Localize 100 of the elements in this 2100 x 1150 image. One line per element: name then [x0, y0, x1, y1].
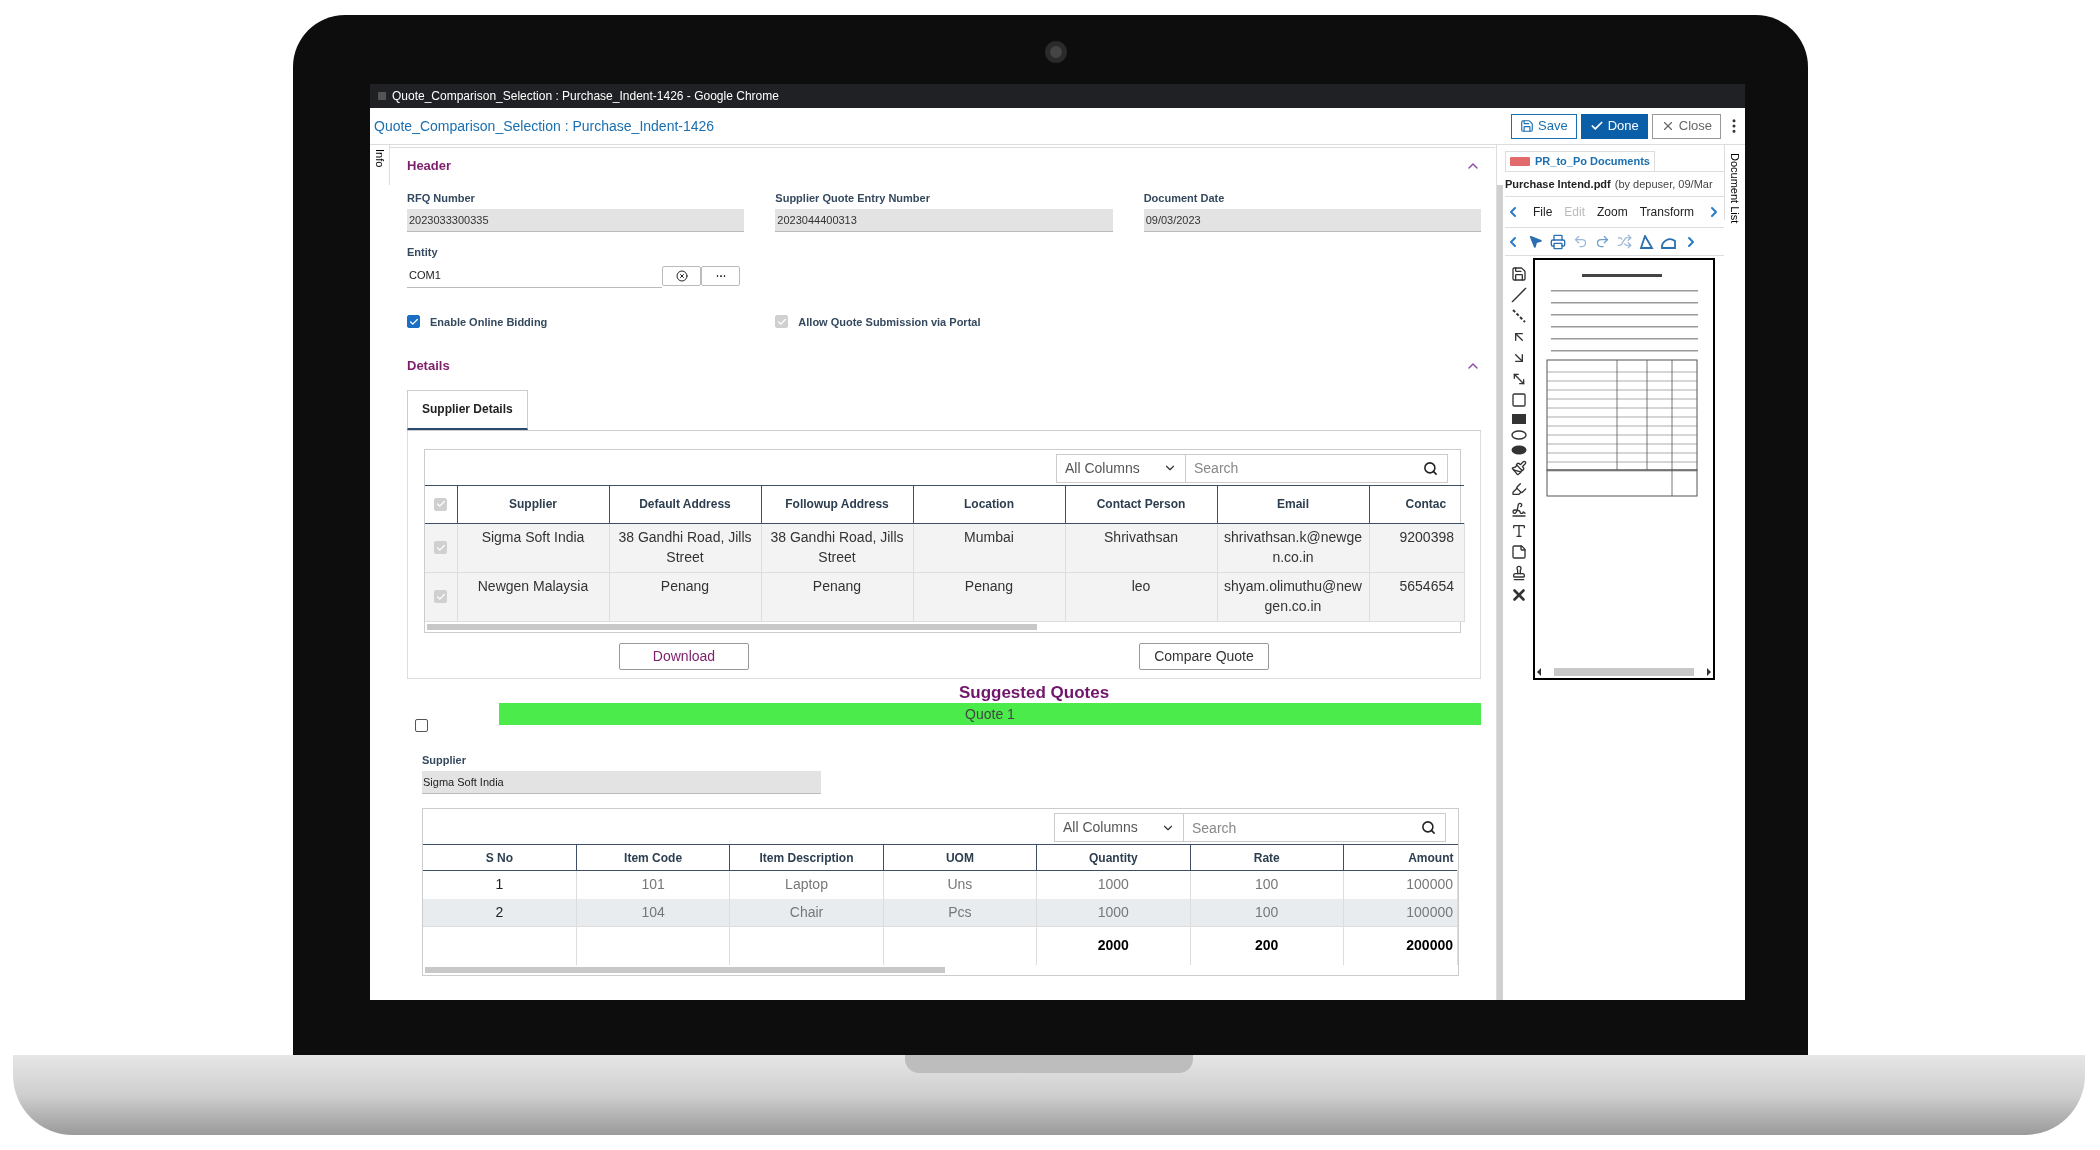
column-header: Rate: [1190, 844, 1344, 871]
close-icon[interactable]: [1510, 586, 1528, 604]
measure-icon[interactable]: [1639, 234, 1654, 249]
check-icon: [776, 316, 787, 327]
save-icon: [1520, 119, 1535, 133]
camera-icon: [1045, 41, 1067, 63]
table-cell: shyam.olimuthu@newgen.co.in: [1217, 572, 1369, 621]
table-cell: Chair: [729, 898, 884, 927]
table-cell: 1000: [1036, 898, 1191, 927]
section-title: Header: [407, 157, 452, 175]
signature-icon[interactable]: [1511, 502, 1527, 518]
column-header: Quantity: [1036, 844, 1191, 871]
column-header: Amount: [1343, 844, 1458, 871]
text-icon[interactable]: [1511, 523, 1527, 539]
table-cell: 100: [1190, 898, 1344, 927]
column-header: Item Description: [729, 844, 884, 871]
done-button[interactable]: Done: [1580, 113, 1648, 139]
download-button[interactable]: Download: [619, 642, 749, 670]
dashed-line-icon[interactable]: [1511, 308, 1527, 324]
filled-ellipse-icon[interactable]: [1511, 445, 1527, 455]
save-button[interactable]: Save: [1511, 113, 1577, 139]
column-header: Email: [1217, 485, 1369, 523]
table-cell: 38 Gandhi Road, Jills Street: [609, 523, 761, 572]
info-label[interactable]: Info: [371, 149, 388, 168]
note-icon[interactable]: [1511, 544, 1527, 560]
entity-field[interactable]: COM1: [407, 263, 662, 288]
table-cell: leo: [1065, 572, 1217, 621]
field-label: Entity: [407, 245, 439, 260]
row-checkbox[interactable]: [434, 590, 448, 603]
checkbox[interactable]: [407, 315, 420, 329]
search-field[interactable]: Search: [1186, 453, 1448, 483]
column-filter-select[interactable]: All Columns: [1054, 813, 1184, 842]
app-icon: [378, 92, 386, 100]
window-title: Quote_Comparison_Selection : Purchase_Indent-1426 - Google Chrome: [392, 88, 779, 105]
quote-checkbox[interactable]: [415, 718, 428, 732]
table-cell: 1000: [1036, 870, 1191, 899]
table-cell: shrivathsan.k@newgen.co.in: [1217, 523, 1369, 572]
read-only-field: Sigma Soft India: [422, 771, 821, 794]
table-cell: Penang: [761, 572, 913, 621]
table-cell: Penang: [913, 572, 1065, 621]
close-button[interactable]: Close: [1651, 113, 1721, 139]
table-cell: Sigma Soft India: [457, 523, 609, 572]
field-label: Supplier Quote Entry Number: [775, 190, 931, 206]
search-icon[interactable]: [1421, 820, 1436, 835]
scrollbar[interactable]: [425, 966, 945, 973]
clear-icon: [675, 269, 688, 282]
scrollbar[interactable]: [427, 623, 1037, 630]
quote-header-bar: Quote 1: [499, 702, 1481, 725]
select-all-checkbox[interactable]: [434, 497, 448, 511]
line-icon[interactable]: [1511, 287, 1527, 303]
column-header: UOM: [883, 844, 1037, 871]
double-arrow-icon[interactable]: [1511, 371, 1527, 387]
menu-item[interactable]: Zoom: [1597, 203, 1628, 221]
table-cell: Shrivathsan: [1065, 523, 1217, 572]
table-cell: 2: [423, 898, 577, 927]
column-header: Contac: [1369, 485, 1464, 523]
search-icon[interactable]: [1423, 460, 1438, 476]
column-header: Contact Person: [1065, 485, 1217, 523]
scroll-right-icon[interactable]: [1707, 668, 1711, 676]
scrollbar[interactable]: [1497, 185, 1503, 1000]
brush-icon[interactable]: [1511, 460, 1527, 476]
section-title: Suggested Quotes: [957, 682, 1111, 703]
column-header: Supplier: [457, 485, 609, 523]
read-only-field: 2023033300335: [407, 209, 745, 232]
table-cell: 9200398: [1369, 523, 1464, 572]
read-only-field: 09/03/2023: [1143, 209, 1481, 232]
field-label: RFQ Number: [407, 190, 476, 206]
save-icon[interactable]: [1511, 266, 1527, 282]
scrollbar[interactable]: [1554, 668, 1694, 676]
column-header: Item Code: [576, 844, 730, 871]
section-title: Details: [407, 357, 450, 375]
highlighter-icon[interactable]: [1511, 481, 1527, 497]
clear-button[interactable]: [662, 265, 701, 286]
stamp-icon[interactable]: [1511, 565, 1527, 581]
print-icon[interactable]: [1550, 233, 1566, 250]
compare-quote-button[interactable]: Compare Quote: [1139, 642, 1269, 670]
table-cell: 38 Gandhi Road, Jills Street: [761, 523, 913, 572]
tab[interactable]: Supplier Details: [407, 389, 528, 430]
info-side-tab[interactable]: Info: [370, 145, 390, 185]
file-meta: (by depuser, 09/Mar: [1614, 177, 1713, 192]
rectangle-icon[interactable]: [1511, 392, 1527, 408]
table-cell: Newgen Malaysia: [457, 572, 609, 621]
table-cell: Laptop: [729, 870, 884, 899]
table-cell: Penang: [609, 572, 761, 621]
table-cell: 100: [1190, 870, 1344, 899]
search-field[interactable]: Search: [1184, 813, 1446, 842]
menu-item[interactable]: Transform: [1639, 203, 1694, 221]
document-tab[interactable]: PR_to_Po Documents: [1505, 151, 1655, 171]
page-title: Quote_Comparison_Selection : Purchase_Indent-1426: [374, 116, 716, 136]
ellipse-icon[interactable]: [1511, 430, 1527, 440]
redo-icon[interactable]: [1595, 234, 1610, 249]
scroll-left-icon[interactable]: [1537, 668, 1541, 676]
pdf-icon: [1510, 157, 1530, 166]
filled-rectangle-icon[interactable]: [1511, 413, 1527, 425]
row-checkbox[interactable]: [434, 541, 448, 554]
table-cell: 5654654: [1369, 572, 1464, 621]
menu-item[interactable]: File: [1533, 203, 1553, 221]
table-cell: 1: [423, 870, 577, 899]
column-filter-select[interactable]: All Columns: [1056, 453, 1186, 483]
pointer-icon[interactable]: [1528, 234, 1543, 249]
